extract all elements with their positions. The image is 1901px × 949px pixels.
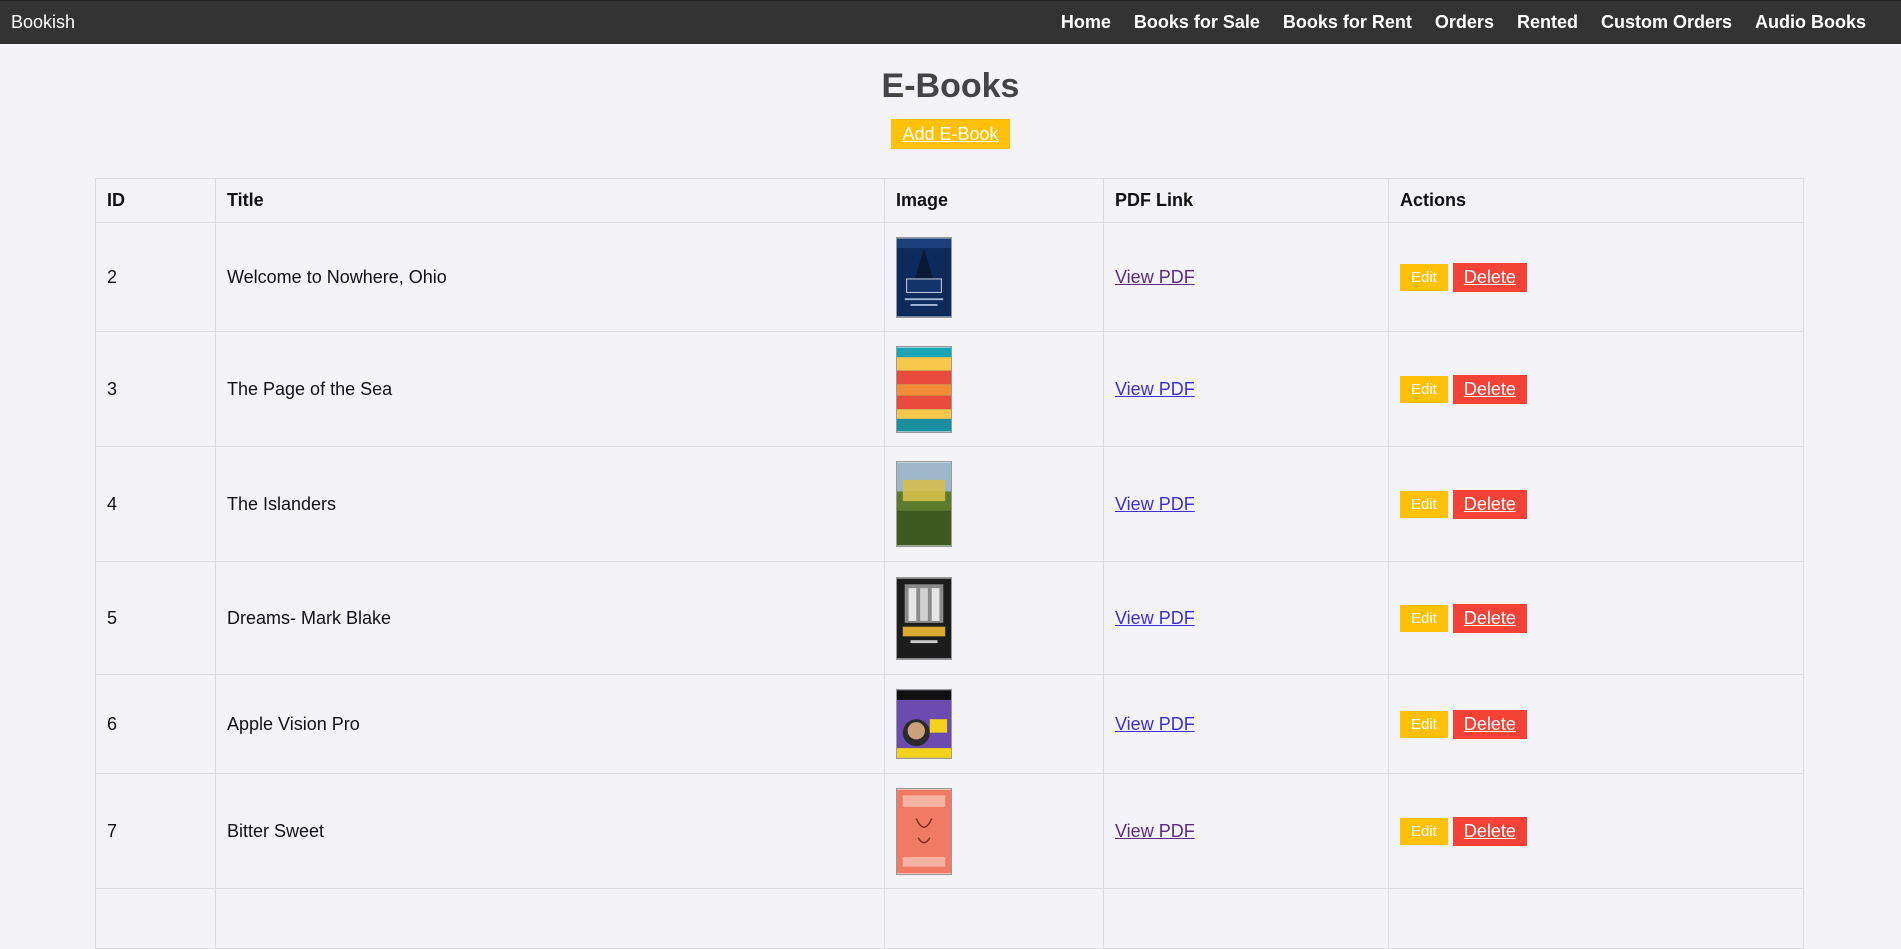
book-cover-image [896, 576, 952, 660]
header-image: Image [884, 178, 1104, 223]
table-row: 4 The Islanders View PDF Edit Delete [95, 446, 1804, 562]
delete-button[interactable]: Delete [1452, 709, 1527, 739]
page-title: E-Books [881, 67, 1020, 105]
cell-pdf: View PDF [1103, 446, 1389, 562]
nav-link-audio-books[interactable]: Audio Books [1755, 12, 1866, 33]
header-id: ID [95, 178, 216, 223]
view-pdf-link[interactable]: View PDF [1115, 379, 1195, 399]
delete-button[interactable]: Delete [1452, 262, 1527, 292]
delete-button[interactable]: Delete [1452, 603, 1527, 633]
cell-id: 3 [95, 331, 216, 447]
delete-button[interactable]: Delete [1452, 489, 1527, 519]
book-cover-image [896, 689, 952, 759]
cell-actions [1388, 888, 1804, 949]
table-row: 3 The Page of the Sea View PDF Edit Delet… [95, 331, 1804, 447]
nav-links: Home Books for Sale Books for Rent Order… [1038, 12, 1890, 33]
nav-link-home[interactable]: Home [1061, 12, 1111, 33]
cell-image [884, 674, 1104, 774]
cell-id: 5 [95, 561, 216, 675]
delete-button[interactable]: Delete [1452, 816, 1527, 846]
edit-button[interactable]: Edit [1400, 375, 1448, 403]
book-cover-image [896, 461, 952, 547]
cell-title: The Page of the Sea [215, 331, 885, 447]
book-cover-image [896, 236, 952, 318]
edit-button[interactable]: Edit [1400, 490, 1448, 518]
cell-id: 2 [95, 222, 216, 332]
cell-pdf: View PDF [1103, 561, 1389, 675]
table-header-row: ID Title Image PDF Link Actions [95, 178, 1804, 223]
cell-title: Welcome to Nowhere, Ohio [215, 222, 885, 332]
cell-image [884, 331, 1104, 447]
nav-link-rented[interactable]: Rented [1517, 12, 1578, 33]
view-pdf-link[interactable]: View PDF [1115, 714, 1195, 734]
cell-pdf: View PDF [1103, 773, 1389, 889]
cell-pdf: View PDF [1103, 331, 1389, 447]
cell-pdf [1103, 888, 1389, 949]
edit-button[interactable]: Edit [1400, 604, 1448, 632]
cell-actions: Edit Delete [1388, 446, 1804, 562]
cell-image [884, 888, 1104, 949]
nav-link-books-for-rent[interactable]: Books for Rent [1283, 12, 1412, 33]
edit-button[interactable]: Edit [1400, 817, 1448, 845]
edit-button[interactable]: Edit [1400, 263, 1448, 291]
cell-actions: Edit Delete [1388, 674, 1804, 774]
cell-title: Dreams- Mark Blake [215, 561, 885, 675]
add-button-wrap: Add E-Book [0, 119, 1901, 149]
book-cover-image [896, 345, 952, 433]
cell-title: The Islanders [215, 446, 885, 562]
top-navbar: Bookish Home Books for Sale Books for Re… [0, 0, 1901, 44]
cell-image [884, 222, 1104, 332]
table-row [95, 888, 1804, 949]
table-row: 7 Bitter Sweet View PDF Edit Delete [95, 773, 1804, 889]
cell-title [215, 888, 885, 949]
add-ebook-button[interactable]: Add E-Book [891, 119, 1010, 149]
cell-id: 4 [95, 446, 216, 562]
table-row: 5 Dreams- Mark Blake View PDF Edit Delete [95, 561, 1804, 675]
ebooks-table: ID Title Image PDF Link Actions 2 Welcom… [95, 178, 1804, 949]
cell-pdf: View PDF [1103, 674, 1389, 774]
header-title: Title [215, 178, 885, 223]
cell-actions: Edit Delete [1388, 222, 1804, 332]
cell-actions: Edit Delete [1388, 773, 1804, 889]
cell-actions: Edit Delete [1388, 561, 1804, 675]
cell-image [884, 561, 1104, 675]
cell-title: Apple Vision Pro [215, 674, 885, 774]
cell-id: 6 [95, 674, 216, 774]
edit-button[interactable]: Edit [1400, 710, 1448, 738]
cell-image [884, 446, 1104, 562]
brand-logo-text[interactable]: Bookish [11, 12, 75, 33]
nav-link-custom-orders[interactable]: Custom Orders [1601, 12, 1732, 33]
book-cover-image [896, 787, 952, 875]
delete-button[interactable]: Delete [1452, 374, 1527, 404]
cell-id: 7 [95, 773, 216, 889]
table-row: 2 Welcome to Nowhere, Ohio View PDF Edit… [95, 222, 1804, 332]
header-pdf-link: PDF Link [1103, 178, 1389, 223]
view-pdf-link[interactable]: View PDF [1115, 267, 1195, 287]
table-row: 6 Apple Vision Pro View PDF Edit Delete [95, 674, 1804, 774]
view-pdf-link[interactable]: View PDF [1115, 494, 1195, 514]
cell-actions: Edit Delete [1388, 331, 1804, 447]
nav-link-books-for-sale[interactable]: Books for Sale [1134, 12, 1260, 33]
nav-link-orders[interactable]: Orders [1435, 12, 1494, 33]
view-pdf-link[interactable]: View PDF [1115, 608, 1195, 628]
cell-id [95, 888, 216, 949]
view-pdf-link[interactable]: View PDF [1115, 821, 1195, 841]
cell-pdf: View PDF [1103, 222, 1389, 332]
cell-image [884, 773, 1104, 889]
header-actions: Actions [1388, 178, 1804, 223]
cell-title: Bitter Sweet [215, 773, 885, 889]
